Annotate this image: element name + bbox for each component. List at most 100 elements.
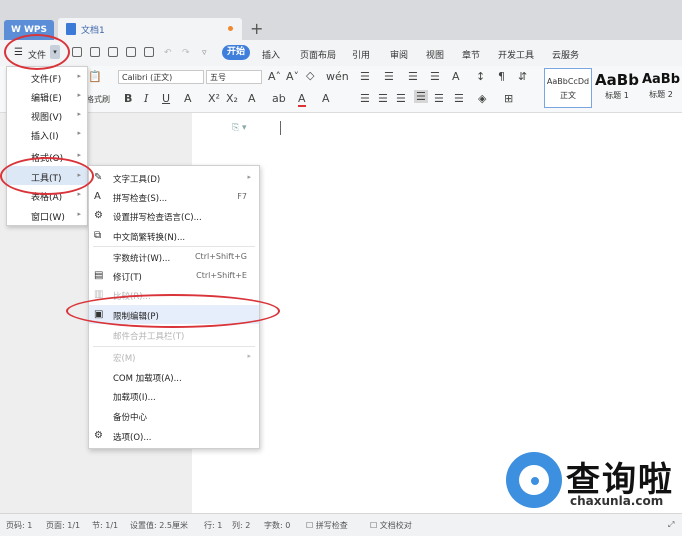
justify-icon[interactable]: ☰	[414, 90, 428, 103]
status-section[interactable]: 节: 1/1	[92, 520, 118, 531]
tab-sections[interactable]: 章节	[462, 48, 480, 61]
print-preview-icon[interactable]	[126, 47, 136, 57]
tools-item-track-changes[interactable]: ▤ 修订(T) Ctrl+Shift+E	[89, 266, 259, 285]
style-normal[interactable]: AaBbCcDd 正文	[544, 68, 592, 108]
status-page-number[interactable]: 页码: 1	[6, 520, 32, 531]
numbering-icon[interactable]: ☰	[384, 70, 394, 83]
menu-strip: ☰ 文件 ▾ ↶ ↷ ▿ 开始 插入 页面布局 引用 审阅 视图 章节 开发工具…	[0, 40, 682, 67]
paste-options-icon[interactable]: ⎘ ▾	[232, 123, 247, 133]
clear-format-icon[interactable]: ◇	[306, 69, 314, 82]
superscript-icon[interactable]: X²	[208, 92, 220, 105]
new-tab-button[interactable]: +	[250, 20, 263, 38]
tools-item-macro[interactable]: 宏(M) ▸	[89, 347, 259, 366]
tab-developer[interactable]: 开发工具	[498, 48, 534, 61]
tab-references[interactable]: 引用	[352, 48, 370, 61]
strikethrough-icon[interactable]: A	[184, 92, 192, 105]
increase-indent-icon[interactable]: ☰	[430, 70, 440, 83]
tools-item-chinese-conversion[interactable]: ⧉ 中文简繁转换(N)...	[89, 226, 259, 245]
submenu-arrow-icon: ▸	[247, 173, 251, 181]
file-menu-item-view[interactable]: 视图(V) ▸	[7, 105, 87, 124]
bold-button[interactable]: B	[124, 92, 132, 105]
align-center-icon[interactable]: ☰	[378, 92, 388, 105]
font-color-icon[interactable]: A	[298, 92, 306, 107]
watermark-url: chaxunla.com	[570, 494, 664, 508]
document-tab[interactable]: 文档1	[58, 18, 242, 40]
annotation-circle-tools	[0, 157, 94, 195]
status-row[interactable]: 行: 1	[204, 520, 222, 531]
highlight-color-icon[interactable]: ab	[272, 92, 286, 105]
submenu-arrow-icon: ▸	[77, 110, 81, 118]
format-painter-label[interactable]: 格式刷	[86, 94, 110, 105]
status-spell-check[interactable]: ☐ 拼写检查	[306, 520, 348, 531]
tools-item-backup-center[interactable]: 备份中心	[89, 406, 259, 425]
paragraph-icon[interactable]: ⇵	[518, 70, 527, 83]
open-icon[interactable]	[72, 47, 82, 57]
file-menu-item-file[interactable]: 文件(F) ▸	[7, 67, 87, 86]
text-cursor	[280, 121, 281, 135]
fullscreen-icon[interactable]: ⤢	[668, 520, 674, 530]
print-icon[interactable]	[144, 47, 154, 57]
file-menu-item-insert[interactable]: 插入(I) ▸	[7, 124, 87, 143]
menu-item-label: 中文简繁转换(N)...	[113, 233, 186, 243]
tools-item-options[interactable]: ⚙ 选项(O)...	[89, 426, 259, 445]
tab-insert[interactable]: 插入	[262, 48, 280, 61]
distributed-icon[interactable]: ☰	[434, 92, 444, 105]
text-effect-icon[interactable]: A	[248, 92, 256, 105]
show-marks-icon[interactable]: ¶	[498, 70, 505, 83]
align-right-icon[interactable]: ☰	[396, 92, 406, 105]
style-normal-preview: AaBbCcDd	[546, 77, 590, 86]
status-pages[interactable]: 页面: 1/1	[46, 520, 80, 531]
font-size-select[interactable]: 五号	[206, 70, 262, 84]
tab-cloud-service[interactable]: 云服务	[552, 48, 579, 61]
tools-item-com-addins[interactable]: COM 加载项(A)...	[89, 367, 259, 386]
decrease-indent-icon[interactable]: ☰	[408, 70, 418, 83]
sort-icon[interactable]: ↕	[476, 70, 485, 83]
redo-icon[interactable]: ↷	[182, 48, 190, 58]
more-quick-access-icon[interactable]: ▿	[202, 48, 207, 58]
style-heading-1[interactable]: AaBb 标题 1	[594, 68, 640, 108]
subscript-icon[interactable]: X₂	[226, 92, 238, 105]
paste-icon[interactable]: 📋	[88, 70, 102, 83]
tools-item-word-count[interactable]: 字数统计(W)... Ctrl+Shift+G	[89, 247, 259, 266]
tab-page-layout[interactable]: 页面布局	[300, 48, 336, 61]
status-word-count[interactable]: 字数: 0	[264, 520, 290, 531]
tab-start[interactable]: 开始	[222, 45, 250, 60]
change-case-icon[interactable]: wén	[326, 70, 349, 83]
shrink-font-icon[interactable]: A˅	[286, 70, 299, 83]
tools-item-text-tools[interactable]: ✎ 文字工具(D) ▸	[89, 168, 259, 187]
tab-view[interactable]: 视图	[426, 48, 444, 61]
save-icon[interactable]	[90, 47, 100, 57]
align-left-icon[interactable]: ☰	[360, 92, 370, 105]
file-dropdown-menu: 文件(F) ▸ 编辑(E) ▸ 视图(V) ▸ 插入(I) ▸ 格式(O) ▸ 工具(T)…	[6, 66, 88, 226]
format-painter-icon[interactable]	[108, 47, 118, 57]
unsaved-dot-icon	[228, 26, 233, 31]
shading-icon[interactable]: ◈	[478, 92, 486, 105]
submenu-arrow-icon: ▸	[77, 72, 81, 80]
status-setting-value[interactable]: 设置值: 2.5厘米	[130, 520, 188, 531]
ribbon-toolbar: 📋 格式刷 Calibri (正文) 五号 A˄ A˅ ◇ wén B I U …	[0, 66, 682, 113]
status-column[interactable]: 列: 2	[232, 520, 250, 531]
status-proofread[interactable]: ☐ 文档校对	[370, 520, 412, 531]
bullets-icon[interactable]: ☰	[360, 70, 370, 83]
tab-review[interactable]: 审阅	[390, 48, 408, 61]
underline-button[interactable]: U	[162, 92, 170, 105]
style-heading-2-preview: AaBb	[641, 72, 681, 87]
borders-icon[interactable]: ⊞	[504, 92, 513, 105]
tools-item-spell-check[interactable]: A 拼写检查(S)... F7	[89, 187, 259, 206]
font-name-select[interactable]: Calibri (正文)	[118, 70, 204, 84]
file-menu-item-window[interactable]: 窗口(W) ▸	[7, 205, 87, 224]
undo-icon[interactable]: ↶	[164, 48, 172, 58]
tools-item-addins[interactable]: 加载项(I)...	[89, 386, 259, 405]
chinese-layout-icon[interactable]: A	[452, 70, 460, 83]
grow-font-icon[interactable]: A˄	[268, 70, 281, 83]
tools-item-spell-language[interactable]: ⚙ 设置拼写检查语言(C)...	[89, 206, 259, 225]
char-shading-icon[interactable]: A	[322, 92, 330, 105]
line-spacing-icon[interactable]: ☰	[454, 92, 464, 105]
style-heading-2-name: 标题 2	[649, 90, 673, 99]
menu-item-label: 备份中心	[113, 413, 148, 423]
file-menu-item-edit[interactable]: 编辑(E) ▸	[7, 86, 87, 105]
italic-button[interactable]: I	[144, 92, 148, 105]
menu-item-label: 邮件合并工具栏(T)	[113, 332, 185, 342]
convert-icon: ⧉	[94, 230, 102, 241]
style-heading-2[interactable]: AaBb 标题 2	[640, 68, 682, 108]
